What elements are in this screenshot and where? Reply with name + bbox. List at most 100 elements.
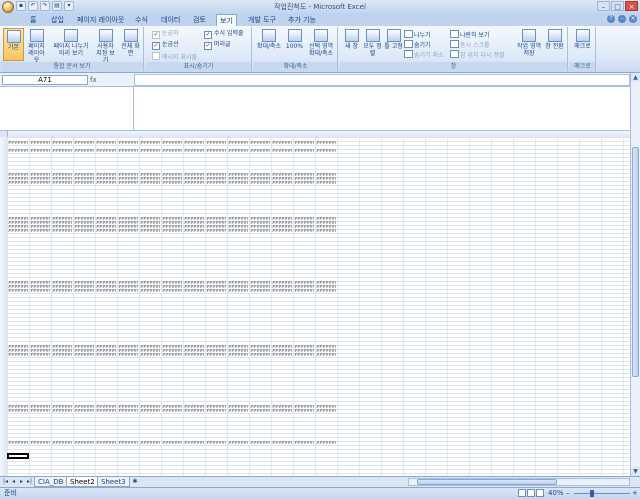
- table-cell[interactable]: ########: [272, 181, 292, 185]
- table-cell[interactable]: ########: [250, 181, 270, 185]
- table-cell[interactable]: ########: [184, 141, 204, 145]
- new-window-button[interactable]: 새 창: [341, 28, 362, 61]
- table-cell[interactable]: ########: [184, 289, 204, 293]
- prev-sheet-icon[interactable]: ◂: [10, 478, 17, 486]
- table-cell[interactable]: ########: [74, 229, 94, 233]
- table-cell[interactable]: ########: [272, 149, 292, 153]
- table-cell[interactable]: ########: [162, 289, 182, 293]
- last-sheet-icon[interactable]: ▸|: [26, 478, 33, 486]
- table-cell[interactable]: ########: [316, 141, 336, 145]
- table-cell[interactable]: ########: [52, 149, 72, 153]
- table-cell[interactable]: ########: [30, 229, 50, 233]
- tab-review[interactable]: 검토: [190, 14, 209, 26]
- insert-sheet-icon[interactable]: ✱: [130, 478, 140, 486]
- arrange-all-button[interactable]: 모두 정렬: [362, 28, 383, 61]
- table-cell[interactable]: ########: [52, 409, 72, 413]
- table-cell[interactable]: ########: [140, 289, 160, 293]
- table-cell[interactable]: ########: [162, 181, 182, 185]
- table-cell[interactable]: ########: [228, 353, 248, 357]
- table-cell[interactable]: ########: [8, 353, 28, 357]
- table-cell[interactable]: ########: [8, 229, 28, 233]
- cell-grid[interactable]: ###### ###### ###### ###### ###### ###### ####…: [7, 137, 630, 476]
- table-cell[interactable]: ########: [140, 141, 160, 145]
- vertical-scrollbar[interactable]: ▲ ▼: [630, 73, 640, 476]
- table-cell[interactable]: ########: [162, 409, 182, 413]
- table-cell[interactable]: ########: [96, 409, 116, 413]
- formula-input[interactable]: [134, 74, 630, 86]
- table-cell[interactable]: ########: [184, 441, 204, 445]
- switch-windows-button[interactable]: 창 전환: [544, 28, 565, 61]
- zoom-slider-knob[interactable]: [590, 490, 594, 497]
- unhide-button[interactable]: 숨기기 취소: [404, 50, 444, 60]
- table-cell[interactable]: ########: [74, 181, 94, 185]
- table-cell[interactable]: ########: [96, 149, 116, 153]
- formula-expanded-area[interactable]: [134, 87, 630, 131]
- gridlines-checkbox[interactable]: ✓ 눈금선: [152, 41, 179, 50]
- zoom-slider[interactable]: [574, 493, 630, 494]
- table-cell[interactable]: ########: [96, 441, 116, 445]
- table-cell[interactable]: ########: [294, 141, 314, 145]
- table-cell[interactable]: ########: [294, 409, 314, 413]
- table-cell[interactable]: ########: [30, 141, 50, 145]
- tab-developer[interactable]: 개발 도구: [245, 14, 279, 26]
- table-cell[interactable]: ########: [118, 229, 138, 233]
- zoom-out-icon[interactable]: –: [566, 489, 570, 498]
- ribbon-close-icon[interactable]: ×: [629, 15, 637, 23]
- full-screen-button[interactable]: 전체 화면: [120, 28, 141, 61]
- page-layout-shortcut-icon[interactable]: [527, 489, 535, 497]
- table-cell[interactable]: ########: [8, 149, 28, 153]
- table-cell[interactable]: ########: [250, 149, 270, 153]
- table-cell[interactable]: ########: [140, 229, 160, 233]
- page-layout-view-button[interactable]: 페이지 레이아웃: [26, 28, 47, 64]
- help-icon[interactable]: ?: [607, 15, 615, 23]
- zoom-level[interactable]: 40%: [548, 489, 564, 498]
- headings-checkbox[interactable]: ✓ 머리글: [204, 41, 231, 50]
- zoom-button[interactable]: 확대/축소: [256, 28, 282, 61]
- table-cell[interactable]: ########: [140, 181, 160, 185]
- table-cell[interactable]: ########: [30, 289, 50, 293]
- table-cell[interactable]: ########: [184, 353, 204, 357]
- table-cell[interactable]: ########: [118, 141, 138, 145]
- table-cell[interactable]: ########: [96, 353, 116, 357]
- table-cell[interactable]: ########: [30, 181, 50, 185]
- tab-insert[interactable]: 삽입: [48, 14, 67, 26]
- table-cell[interactable]: ########: [272, 229, 292, 233]
- table-cell[interactable]: ########: [74, 289, 94, 293]
- scroll-down-icon[interactable]: ▼: [631, 467, 640, 476]
- table-cell[interactable]: ########: [184, 149, 204, 153]
- split-button[interactable]: 나누기: [404, 30, 431, 40]
- table-cell[interactable]: ########: [8, 441, 28, 445]
- table-cell[interactable]: ########: [206, 441, 226, 445]
- hide-button[interactable]: 숨기기: [404, 40, 431, 50]
- table-cell[interactable]: ########: [272, 141, 292, 145]
- table-cell[interactable]: ########: [184, 181, 204, 185]
- table-cell[interactable]: ########: [74, 409, 94, 413]
- zoom-to-selection-button[interactable]: 선택 영역 확대/축소: [306, 28, 336, 61]
- table-cell[interactable]: ########: [316, 149, 336, 153]
- table-cell[interactable]: ########: [30, 441, 50, 445]
- table-cell[interactable]: ########: [118, 181, 138, 185]
- table-cell[interactable]: ########: [162, 149, 182, 153]
- table-cell[interactable]: ########: [206, 229, 226, 233]
- table-cell[interactable]: ########: [228, 181, 248, 185]
- table-cell[interactable]: ########: [316, 409, 336, 413]
- table-cell[interactable]: ########: [30, 149, 50, 153]
- table-cell[interactable]: ########: [8, 409, 28, 413]
- table-cell[interactable]: ########: [118, 409, 138, 413]
- table-cell[interactable]: ########: [52, 289, 72, 293]
- page-break-shortcut-icon[interactable]: [536, 489, 544, 497]
- table-cell[interactable]: ########: [316, 181, 336, 185]
- table-cell[interactable]: ########: [52, 229, 72, 233]
- table-cell[interactable]: ########: [184, 409, 204, 413]
- table-cell[interactable]: ########: [272, 353, 292, 357]
- minimize-button[interactable]: –: [597, 1, 610, 11]
- sheet-tab-cia-db[interactable]: CIA_DB: [34, 477, 68, 487]
- table-cell[interactable]: ########: [316, 441, 336, 445]
- tab-add-ins[interactable]: 추가 기능: [285, 14, 319, 26]
- tab-formulas[interactable]: 수식: [132, 14, 151, 26]
- vertical-scroll-thumb[interactable]: [632, 147, 639, 377]
- table-cell[interactable]: ########: [294, 353, 314, 357]
- tab-view[interactable]: 보기: [216, 14, 237, 26]
- table-cell[interactable]: ########: [206, 353, 226, 357]
- table-cell[interactable]: ########: [96, 289, 116, 293]
